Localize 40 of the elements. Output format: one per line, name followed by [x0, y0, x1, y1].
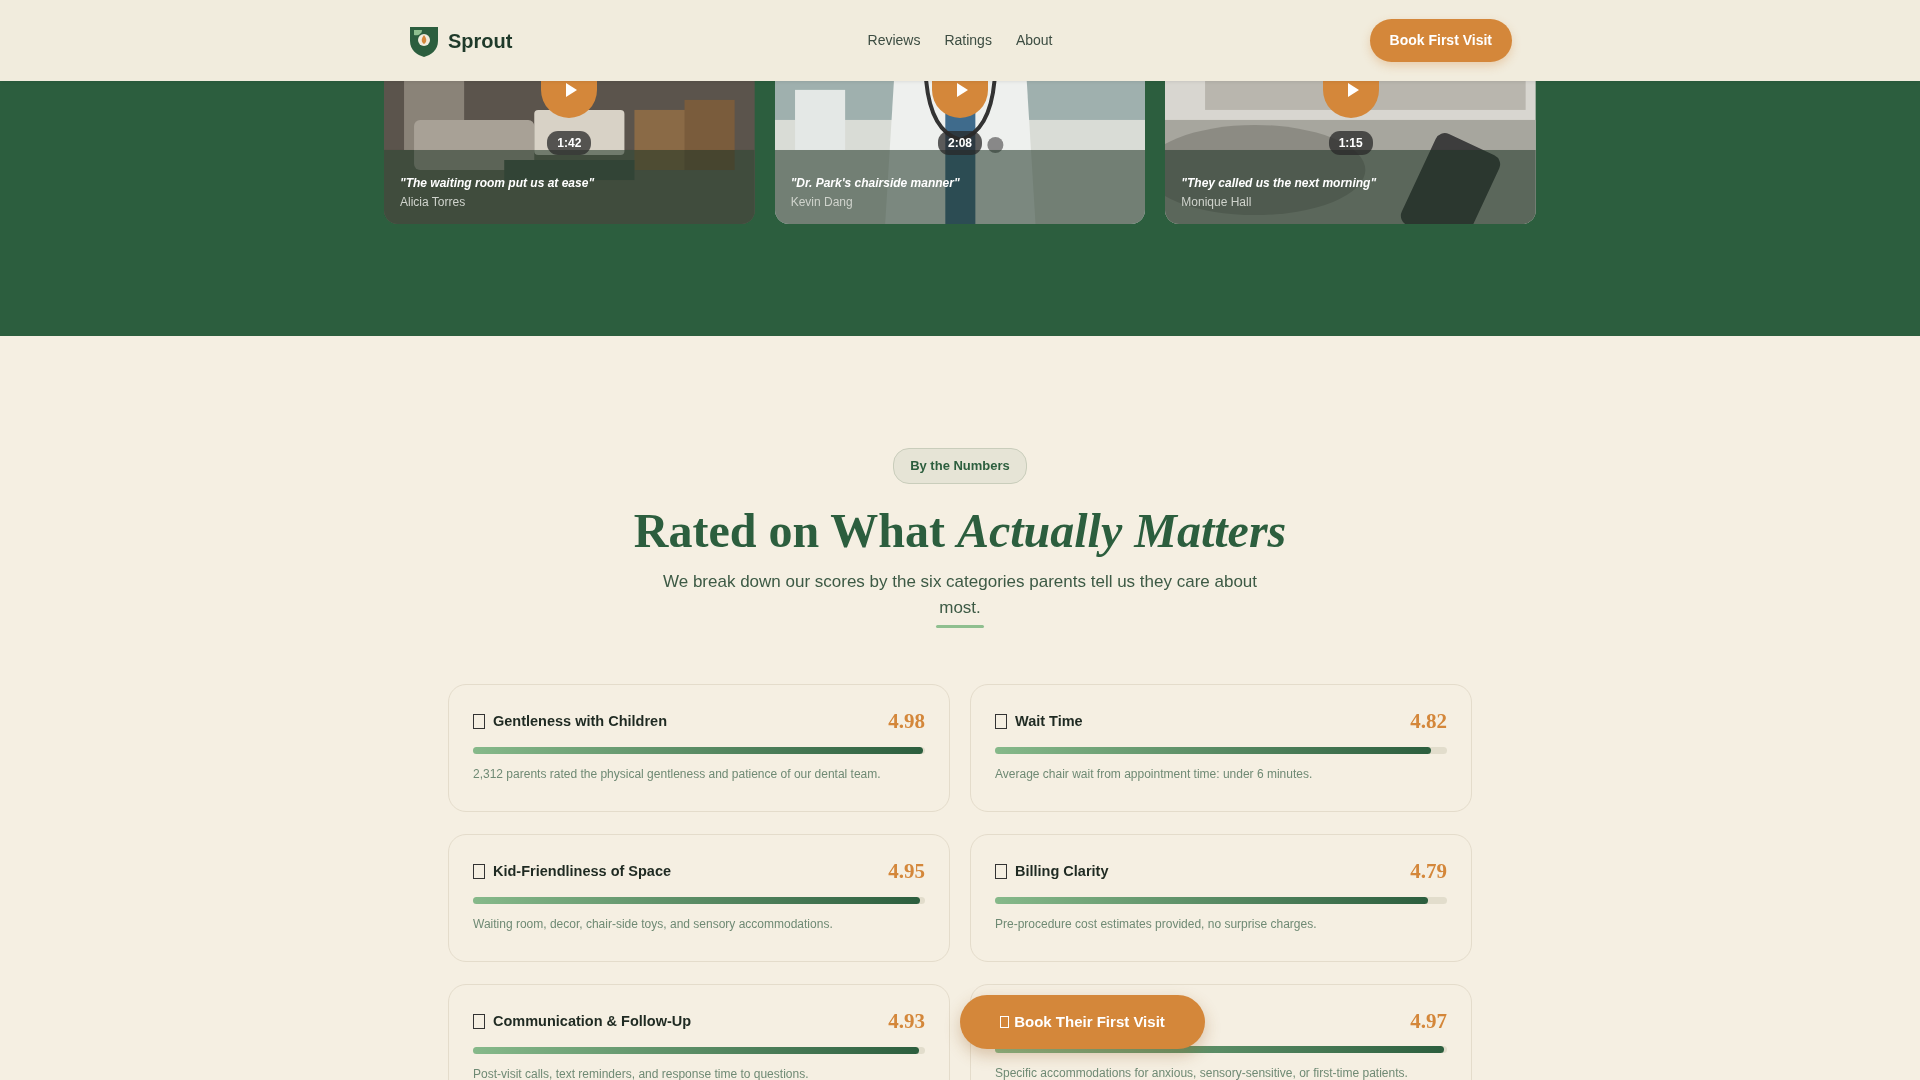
play-icon [956, 83, 968, 97]
section-tag: By the Numbers [893, 448, 1027, 484]
rating-description: Average chair wait from appointment time: under 6 minutes. [995, 765, 1314, 783]
rating-description: Specific accommodations for anxious, sensory-sensitive, or first-time patients. [995, 1065, 1409, 1080]
rating-description: 2,312 parents rated the physical gentleness and patience of our dental team. [473, 765, 882, 783]
brand-name: Sprout [448, 28, 513, 54]
rating-score: 4.82 [1410, 711, 1447, 733]
rating-title: Wait Time [1015, 712, 1083, 732]
video-duration: 1:42 [547, 131, 592, 155]
rating-title: Communication & Follow-Up [493, 1012, 692, 1032]
rating-title: Kid-Friendliness of Space [493, 862, 672, 882]
play-icon [1346, 83, 1359, 97]
video-quote: "The waiting room put us at ease" [400, 175, 595, 192]
video-quote: "They called us the next morning" [1181, 175, 1377, 192]
section-heading: Rated on What Actually Matters [632, 502, 1288, 559]
nav-link[interactable]: Reviews [867, 30, 921, 51]
square-icon [473, 864, 485, 880]
rating-description: Pre-procedure cost estimates provided, no surprise charges. [995, 915, 1318, 933]
nav-link[interactable]: Ratings [944, 30, 992, 51]
rating-score: 4.95 [888, 861, 925, 883]
rating-title: Gentleness with Children [493, 712, 668, 732]
rating-title: Billing Clarity [1015, 862, 1109, 882]
nav-link[interactable]: About [1015, 30, 1053, 51]
square-icon [473, 1014, 485, 1030]
video-author: Alicia Torres [400, 194, 466, 211]
play-icon [565, 83, 578, 97]
rating-description: Waiting room, decor, chair-side toys, and sensory accommodations. [473, 915, 834, 933]
rating-score: 4.93 [888, 1011, 925, 1033]
video-author: Monique Hall [1181, 194, 1252, 211]
square-icon [995, 864, 1007, 880]
rating-score: 4.79 [1410, 861, 1447, 883]
rating-score: 4.97 [1410, 1011, 1447, 1033]
rating-score: 4.98 [888, 711, 925, 733]
rating-description: Post-visit calls, text reminders, and response time to questions. [473, 1065, 810, 1080]
video-duration: 1:15 [1328, 131, 1373, 155]
square-icon [1000, 1016, 1010, 1028]
video-author: Kevin Dang [790, 194, 853, 211]
square-icon [473, 714, 485, 730]
section-subtitle: We break down our scores by the six categories parents tell us they care about most. [661, 571, 1259, 620]
square-icon [995, 714, 1007, 730]
